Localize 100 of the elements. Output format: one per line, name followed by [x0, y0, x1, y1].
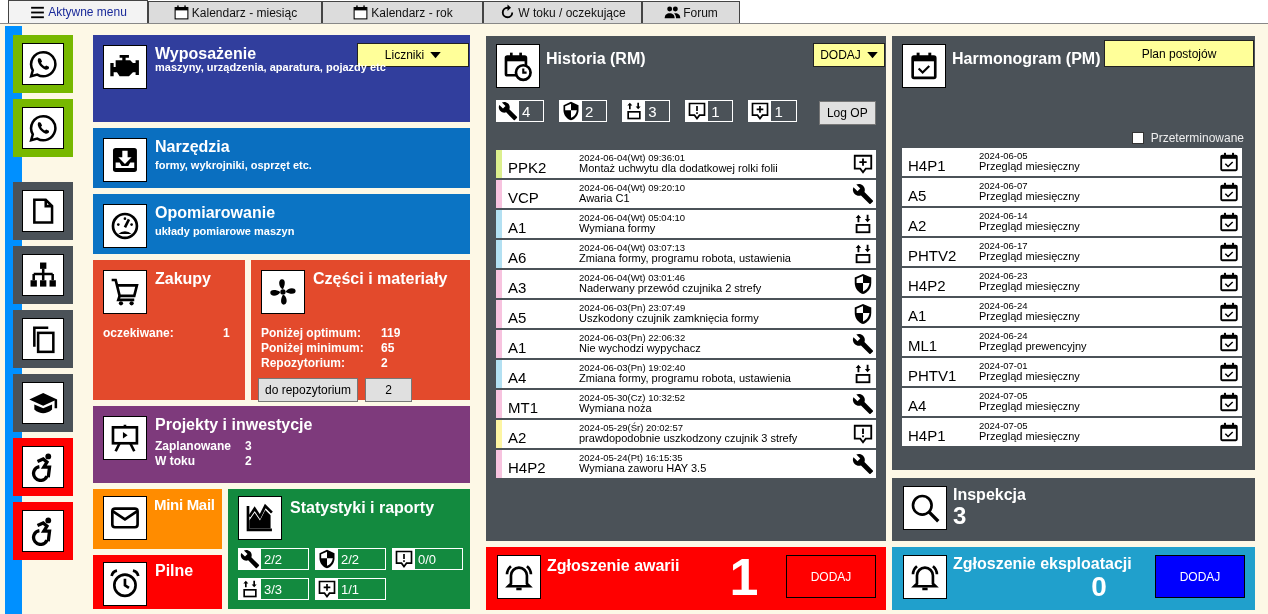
history-row[interactable]: A2 2024-05-29(Śr) 20:02:57 prawdopodobnie uszkodzony czujnik 3 strefy	[496, 420, 876, 448]
calendar-check-icon	[1218, 391, 1240, 413]
history-row[interactable]: PPK2 2024-06-04(Wt) 09:36:01 Montaż uchwytu dla dodatkowej rolki folii	[496, 150, 876, 178]
tile-title: Pilne	[155, 562, 194, 581]
timestamp: 2024-05-30(Cz) 10:32:52	[579, 393, 687, 404]
tile-title: Części i materiały	[313, 270, 448, 289]
schedule-row[interactable]: PHTV2 2024-06-17 Przegląd miesięczny	[902, 238, 1242, 266]
schedule-row[interactable]: ML1 2024-06-24 Przegląd prewencyjny	[902, 328, 1242, 356]
machine-name: H4P2	[507, 457, 547, 476]
users-icon	[664, 4, 682, 21]
org-chart-button[interactable]	[13, 246, 73, 304]
copy-button[interactable]	[13, 310, 73, 368]
stat-value: 2	[381, 356, 389, 370]
counter-value: 1	[710, 101, 720, 121]
education-button[interactable]	[13, 374, 73, 432]
machine-name: VCP	[507, 187, 540, 206]
machine-name: A5	[907, 185, 928, 204]
panel-title: Historia (RM)	[546, 50, 646, 68]
stat-label: Poniżej minimum:	[261, 341, 365, 355]
accessibility-button[interactable]	[13, 502, 73, 560]
schedule-row[interactable]: A5 2024-06-07 Przegląd miesięczny	[902, 178, 1242, 206]
counter-value: 0/0	[417, 550, 437, 569]
tile-title: Zakupy	[155, 270, 211, 289]
inspection-panel[interactable]: Inspekcja 3	[892, 478, 1255, 541]
caret-icon	[866, 51, 878, 59]
chat-button[interactable]	[13, 99, 73, 157]
log-button[interactable]: Log OP	[818, 101, 877, 125]
history-row[interactable]: A1 2024-06-04(Wt) 05:04:10 Wymiana formy	[496, 210, 876, 238]
wheelchair-icon	[22, 446, 64, 488]
urgent-tile[interactable]: Pilne	[93, 555, 222, 609]
schedule-row[interactable]: H4P2 2024-06-23 Przegląd miesięczny	[902, 268, 1242, 296]
schedule-row[interactable]: A1 2024-06-24 Przegląd miesięczny	[902, 298, 1242, 326]
wrench-icon	[852, 453, 874, 475]
task-description: Przegląd miesięczny	[979, 221, 1081, 233]
add-dropdown[interactable]: DODAJ	[813, 43, 885, 67]
task-description: Przegląd prewencyjny	[979, 341, 1088, 353]
machine-name: A1	[907, 305, 928, 324]
machine-name: PPK2	[507, 157, 548, 176]
accessibility-button[interactable]	[13, 438, 73, 496]
tab[interactable]: Kalendarz - rok	[322, 1, 483, 23]
history-row[interactable]: A4 2024-06-03(Pn) 19:02:40 Zmiana formy, programu robota, ustawienia	[496, 360, 876, 388]
calendar-check-icon	[1218, 241, 1240, 263]
counter-value: 1/1	[340, 580, 360, 599]
add-comment-icon	[316, 579, 338, 599]
history-row[interactable]: A1 2024-06-03(Pn) 22:06:32 Nie wychodzi wypychacz	[496, 330, 876, 358]
equipment-tile[interactable]: Wyposażenie Liczniki maszyny, urządzenia, aparatura, pojazdy etc	[93, 35, 470, 122]
alert-comment-icon	[393, 549, 415, 569]
tab[interactable]: W toku / oczekujące	[483, 1, 642, 23]
calendar-check-icon	[1218, 181, 1240, 203]
panel-title: Zgłoszenie eksploatacji	[953, 555, 1132, 573]
purchases-tile[interactable]: Zakupy oczekiwane: 1	[93, 260, 245, 400]
history-row[interactable]: VCP 2024-06-04(Wt) 09:20:10 Awaria C1	[496, 180, 876, 208]
gauge-icon	[103, 204, 147, 248]
timestamp: 2024-06-04(Wt) 03:01:46	[579, 273, 686, 284]
schedule-row[interactable]: A2 2024-06-14 Przegląd miesięczny	[902, 208, 1242, 236]
history-row[interactable]: A5 2024-06-03(Pn) 23:07:49 Uszkodony czujnik zamknięcia formy	[496, 300, 876, 328]
swap-box-icon	[239, 579, 261, 599]
history-row[interactable]: H4P2 2024-05-24(Pt) 16:15:35 Wymiana zaworu HAY 3.5	[496, 450, 876, 478]
wrench-icon	[852, 393, 874, 415]
repository-button[interactable]: do repozytorium	[258, 378, 359, 402]
schedule-row[interactable]: H4P1 2024-06-05 Przegląd miesięczny	[902, 148, 1242, 176]
history-row[interactable]: MT1 2024-05-30(Cz) 10:32:52 Wymiana noża	[496, 390, 876, 418]
tab[interactable]: Kalendarz - miesiąc	[148, 1, 322, 23]
task-description: Przegląd miesięczny	[979, 371, 1081, 383]
projects-tile[interactable]: Projekty i inwestycje Zaplanowane 3 W toku 2	[93, 406, 470, 483]
event-description: Wymiana zaworu HAY 3.5	[579, 463, 708, 475]
history-row[interactable]: A3 2024-06-04(Wt) 03:01:46 Naderwany przewód czujnika 2 strefy	[496, 270, 876, 298]
date: 2024-06-07	[979, 181, 1029, 192]
machine-name: A6	[507, 247, 528, 266]
metering-tile[interactable]: Opomiarowanie układy pomiarowe maszyn	[93, 194, 470, 254]
event-description: Awaria C1	[579, 193, 630, 205]
statistics-tile[interactable]: Statystyki i raporty 2/2 2/2 0/0 3/3 1/1	[228, 489, 470, 609]
tab[interactable]: Aktywne menu	[8, 0, 148, 23]
schedule-row[interactable]: H4P1 2024-07-05 Przegląd miesięczny	[902, 418, 1242, 446]
counter-value: 3/3	[263, 580, 283, 599]
schedule-row[interactable]: PHTV1 2024-07-01 Przegląd miesięczny	[902, 358, 1242, 386]
event-description: Nie wychodzi wypychacz	[579, 343, 702, 355]
overdue-checkbox[interactable]	[1131, 132, 1144, 144]
event-description: Uszkodony czujnik zamknięcia formy	[579, 313, 760, 325]
parts-tile[interactable]: Części i materiały Poniżej optimum: 119 Poniżej minimum: 65 Repozytorium: 2 do repozytorium 2	[251, 260, 470, 400]
machine-name: A5	[507, 307, 528, 326]
chat-button[interactable]	[13, 35, 73, 93]
machine-name: A2	[507, 427, 528, 446]
schedule-row[interactable]: A4 2024-07-05 Przegląd miesięczny	[902, 388, 1242, 416]
tab[interactable]: Forum	[642, 1, 740, 23]
tools-tile[interactable]: Narzędzia formy, wykrojniki, osprzęt etc.	[93, 128, 470, 188]
event-description: prawdopodobnie uszkodzony czujnik 3 strefy	[579, 433, 799, 445]
count-button[interactable]: 2	[365, 378, 413, 402]
add-button[interactable]: DODAJ	[1155, 555, 1245, 598]
tile-title: Mini Mail	[154, 496, 215, 515]
downtime-plan-button[interactable]: Plan postojów	[1104, 40, 1254, 67]
add-button[interactable]: DODAJ	[786, 555, 876, 598]
machine-name: PHTV1	[907, 365, 958, 384]
date: 2024-06-05	[979, 151, 1029, 162]
machine-name: H4P2	[907, 275, 947, 294]
graduation-cap-icon	[22, 382, 64, 424]
stat-label: Repozytorium:	[261, 356, 346, 370]
counter-value: 2/2	[340, 550, 360, 569]
history-row[interactable]: A6 2024-06-04(Wt) 03:07:13 Zmiana formy, programu robota, ustawienia	[496, 240, 876, 268]
document-button[interactable]	[13, 182, 73, 240]
